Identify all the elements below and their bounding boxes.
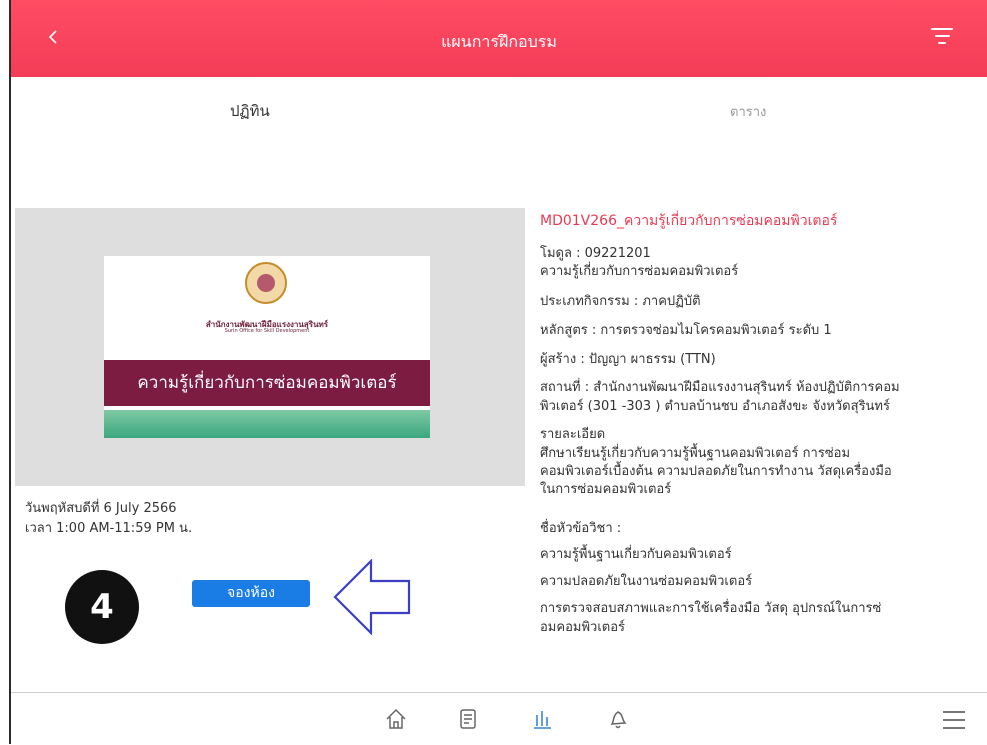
cover-banner-text: ความรู้เกี่ยวกับการซ่อมคอมพิวเตอร์: [104, 360, 430, 406]
bell-icon[interactable]: [606, 707, 630, 731]
org-name-english: Surin Office for Skill Development: [224, 328, 310, 334]
creator: ผู้สร้าง : ปัญญา ผาธรรม (TTN): [540, 352, 716, 367]
bottom-nav: [11, 692, 987, 745]
schedule-info: วันพฤหัสบดีที่ 6 July 2566 เวลา 1:00 AM-…: [25, 499, 192, 539]
description-label: รายละเอียด: [540, 427, 606, 442]
subject-item: ความรู้พื้นฐานเกี่ยวกับคอมพิวเตอร์: [540, 547, 732, 562]
book-room-button[interactable]: จองห้อง: [192, 580, 310, 607]
description-line-3: ในการซ่อมคอมพิวเตอร์: [540, 482, 672, 497]
arrow-left-icon: [333, 558, 413, 639]
tab-table[interactable]: ตาราง: [730, 101, 766, 122]
subject-item: การตรวจสอบสภาพและการใช้เครื่องมือ วัสดุ …: [540, 601, 882, 616]
chart-icon[interactable]: [530, 707, 554, 731]
course-code-title[interactable]: MD01V266_ความรู้เกี่ยวกับการซ่อมคอมพิวเต…: [540, 210, 837, 232]
app-frame: แผนการฝึกอบรม ปฏิทิน ตาราง สำนักงานพัฒนา…: [9, 0, 987, 745]
tab-calendar[interactable]: ปฏิทิน: [230, 99, 270, 123]
menu-icon[interactable]: [943, 711, 965, 735]
cover-green-band: [104, 410, 430, 438]
location-line-1: สถานที่ : สำนักงานพัฒนาฝีมือแรงงานสุรินท…: [540, 380, 900, 395]
activity-type: ประเภทกิจกรรม : ภาคปฏิบัติ: [540, 294, 701, 309]
page-title: แผนการฝึกอบรม: [441, 32, 557, 51]
subject-item: ความปลอดภัยในงานซ่อมคอมพิวเตอร์: [540, 574, 753, 589]
header-bar: แผนการฝึกอบรม: [11, 0, 987, 77]
tab-bar: ปฏิทิน ตาราง: [11, 77, 987, 137]
filter-icon[interactable]: [931, 28, 953, 46]
step-badge: 4: [65, 570, 139, 644]
schedule-date: วันพฤหัสบดีที่ 6 July 2566: [25, 501, 177, 516]
subject-item-continued: อมคอมพิวเตอร์: [540, 620, 625, 635]
module-name: ความรู้เกี่ยวกับการซ่อมคอมพิวเตอร์: [540, 264, 739, 279]
course-cover-image: สำนักงานพัฒนาฝีมือแรงงานสุรินทร์ Surin O…: [104, 256, 430, 438]
document-icon[interactable]: [456, 707, 480, 731]
location-line-2: พิวเตอร์ (301 -303 ) ตำบลบ้านชบ อำเภอสัง…: [540, 399, 890, 414]
subjects-label: ชื่อหัวข้อวิชา :: [540, 521, 622, 536]
home-icon[interactable]: [384, 707, 408, 731]
schedule-time: เวลา 1:00 AM-11:59 PM น.: [25, 521, 193, 536]
course-thumbnail: สำนักงานพัฒนาฝีมือแรงงานสุรินทร์ Surin O…: [15, 208, 525, 486]
curriculum: หลักสูตร : การตรวจซ่อมไมโครคอมพิวเตอร์ ร…: [540, 323, 832, 338]
organization-seal-icon: [245, 262, 287, 304]
